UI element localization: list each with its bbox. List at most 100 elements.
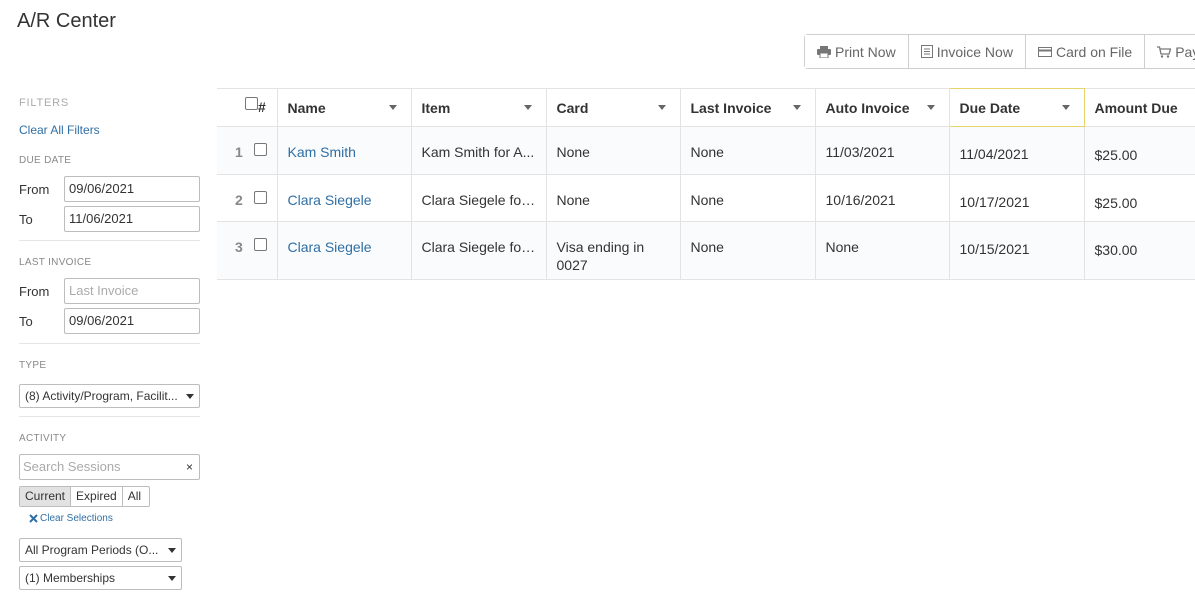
due-date-to-input[interactable]: 11/06/2021 (64, 206, 200, 232)
row-number: 1 (235, 144, 243, 160)
row-due-date: 11/04/2021 (949, 126, 1085, 175)
chevron-down-icon (168, 548, 176, 553)
filters-heading: FILTERS (19, 97, 70, 109)
filters-sidebar: FILTERS Clear All Filters DUE DATE From … (19, 95, 200, 590)
row-checkbox[interactable] (254, 191, 267, 204)
session-status-toggle: Current Expired All (19, 486, 150, 507)
due-date-to-label: To (19, 211, 33, 227)
row-number: 2 (235, 192, 243, 208)
row-last-invoice: None (680, 221, 816, 280)
chevron-down-icon (186, 394, 194, 399)
activity-heading: ACTIVITY (19, 433, 67, 444)
type-select-value: (8) Activity/Program, Facilit... (25, 389, 178, 403)
column-header-amount-due[interactable]: Amount Due (1084, 88, 1195, 127)
row-card: Visa ending in 0027 (546, 221, 681, 280)
print-now-label: Print Now (835, 43, 896, 60)
invoice-icon (920, 45, 933, 58)
page-title: A/R Center (17, 10, 116, 32)
row-item: Kam Smith for A... (411, 126, 547, 175)
program-periods-select[interactable]: All Program Periods (O... (19, 538, 182, 562)
column-header-name[interactable]: Name (277, 88, 412, 127)
row-number: 3 (235, 239, 243, 255)
clear-selections-label: Clear Selections (40, 513, 113, 524)
row-card-line1: Visa ending in (556, 239, 645, 255)
due-date-heading: DUE DATE (19, 155, 72, 166)
column-header-due-date[interactable]: Due Date (948, 88, 1085, 127)
search-sessions-input[interactable]: Search Sessions × (19, 454, 200, 480)
row-card: None (546, 126, 681, 175)
search-sessions-placeholder: Search Sessions (23, 459, 121, 474)
pay-label: Pay (1175, 43, 1195, 60)
sort-caret-icon[interactable] (523, 105, 532, 110)
last-invoice-to-label: To (19, 313, 33, 329)
table-row[interactable]: 3 Clara Siegele Clara Siegele for ... Vi… (217, 221, 1195, 280)
sort-caret-icon[interactable] (1061, 105, 1070, 110)
ar-table: # Name Item Card Last Invoice Auto Invoi… (217, 88, 1195, 280)
last-invoice-to-input[interactable]: 09/06/2021 (64, 308, 200, 334)
column-label: Item (421, 99, 451, 116)
number-column-label: # (258, 99, 266, 115)
column-label: Amount Due (1094, 99, 1178, 116)
row-last-invoice: None (680, 126, 816, 175)
row-auto-invoice: None (815, 221, 950, 280)
due-date-from-input[interactable]: 09/06/2021 (64, 176, 200, 202)
sort-caret-icon[interactable] (388, 105, 397, 110)
segment-expired[interactable]: Expired (71, 487, 123, 506)
table-row[interactable]: 1 Kam Smith Kam Smith for A... None None… (217, 126, 1195, 175)
last-invoice-heading: LAST INVOICE (19, 257, 92, 268)
select-all-checkbox[interactable] (245, 97, 258, 110)
card-on-file-label: Card on File (1055, 43, 1133, 60)
row-card: None (546, 174, 681, 222)
chevron-down-icon (168, 576, 176, 581)
column-label: Card (556, 99, 589, 116)
segment-all[interactable]: All (123, 487, 146, 506)
sort-caret-icon[interactable] (657, 105, 666, 110)
credit-card-icon (1037, 46, 1052, 57)
column-header-item[interactable]: Item (411, 88, 547, 127)
table-row[interactable]: 2 Clara Siegele Clara Siegele for ... No… (217, 174, 1195, 222)
row-name-link[interactable]: Kam Smith (277, 126, 412, 175)
type-select[interactable]: (8) Activity/Program, Facilit... (19, 384, 200, 408)
last-invoice-from-label: From (19, 283, 50, 299)
column-header-card[interactable]: Card (546, 88, 681, 127)
sort-caret-icon[interactable] (792, 105, 801, 110)
row-amount-due: $25.00 (1084, 126, 1195, 175)
invoice-now-label: Invoice Now (936, 43, 1013, 60)
clear-selections-link[interactable]: Clear Selections (29, 513, 200, 524)
row-checkbox[interactable] (254, 238, 267, 251)
last-invoice-from-input[interactable]: Last Invoice (64, 278, 200, 304)
column-header-auto-invoice[interactable]: Auto Invoice (815, 88, 950, 127)
divider (19, 416, 200, 417)
action-toolbar: Print Now Invoice Now Card on File Pay (804, 34, 1195, 69)
row-auto-invoice: 11/03/2021 (815, 126, 950, 175)
row-item: Clara Siegele for ... (411, 221, 547, 280)
row-name-link[interactable]: Clara Siegele (277, 221, 412, 280)
close-icon (29, 514, 38, 523)
clear-search-icon[interactable]: × (186, 455, 193, 479)
select-all-header: # (217, 88, 278, 127)
pay-button[interactable]: Pay (1145, 35, 1195, 68)
card-on-file-button[interactable]: Card on File (1025, 35, 1146, 68)
invoice-now-button[interactable]: Invoice Now (908, 35, 1026, 68)
segment-current[interactable]: Current (20, 487, 72, 506)
print-now-button[interactable]: Print Now (805, 35, 909, 68)
memberships-select[interactable]: (1) Memberships (19, 566, 182, 590)
row-checkbox[interactable] (254, 143, 267, 156)
row-name-link[interactable]: Clara Siegele (277, 174, 412, 222)
program-periods-value: All Program Periods (O... (25, 543, 159, 557)
shopping-cart-icon (1157, 45, 1172, 58)
row-due-date: 10/17/2021 (949, 174, 1085, 222)
printer-icon (817, 45, 831, 58)
clear-all-filters-link[interactable]: Clear All Filters (19, 123, 200, 137)
sort-caret-icon[interactable] (926, 105, 935, 110)
divider (19, 343, 200, 344)
row-last-invoice: None (680, 174, 816, 222)
row-auto-invoice: 10/16/2021 (815, 174, 950, 222)
column-label: Auto Invoice (825, 99, 910, 116)
type-heading: TYPE (19, 360, 47, 371)
due-date-from-label: From (19, 181, 50, 197)
column-header-last-invoice[interactable]: Last Invoice (680, 88, 816, 127)
row-item: Clara Siegele for ... (411, 174, 547, 222)
column-label: Last Invoice (690, 99, 772, 116)
column-label: Name (287, 99, 326, 116)
